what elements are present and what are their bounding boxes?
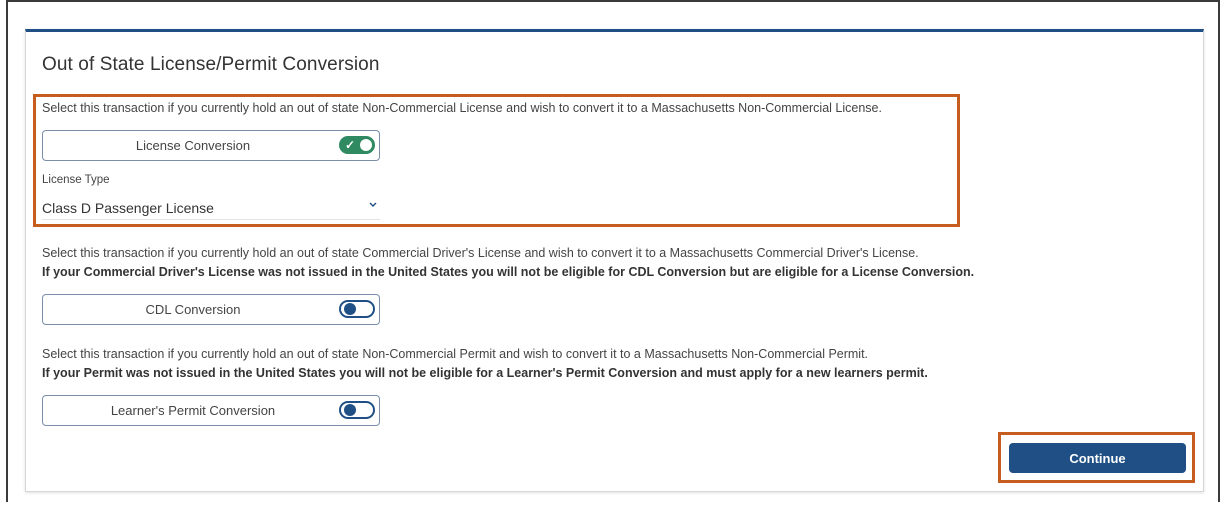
- cdl-conversion-toggle[interactable]: CDL Conversion: [42, 294, 380, 325]
- permit-conversion-toggle[interactable]: Learner's Permit Conversion: [42, 395, 380, 426]
- cdl-conversion-note: If your Commercial Driver's License was …: [42, 265, 975, 279]
- page-title: Out of State License/Permit Conversion: [42, 54, 380, 75]
- permit-conversion-description: Select this transaction if you currently…: [42, 347, 869, 361]
- switch-knob: [344, 404, 356, 416]
- license-section-highlight: [33, 94, 960, 227]
- cdl-conversion-switch[interactable]: [339, 300, 375, 318]
- permit-conversion-note: If your Permit was not issued in the Uni…: [42, 366, 928, 380]
- permit-conversion-switch[interactable]: [339, 401, 375, 419]
- cdl-conversion-label: CDL Conversion: [145, 302, 241, 317]
- continue-button[interactable]: Continue: [1009, 443, 1186, 473]
- switch-knob: [344, 303, 356, 315]
- permit-conversion-label: Learner's Permit Conversion: [110, 403, 276, 418]
- cdl-conversion-description: Select this transaction if you currently…: [42, 246, 919, 260]
